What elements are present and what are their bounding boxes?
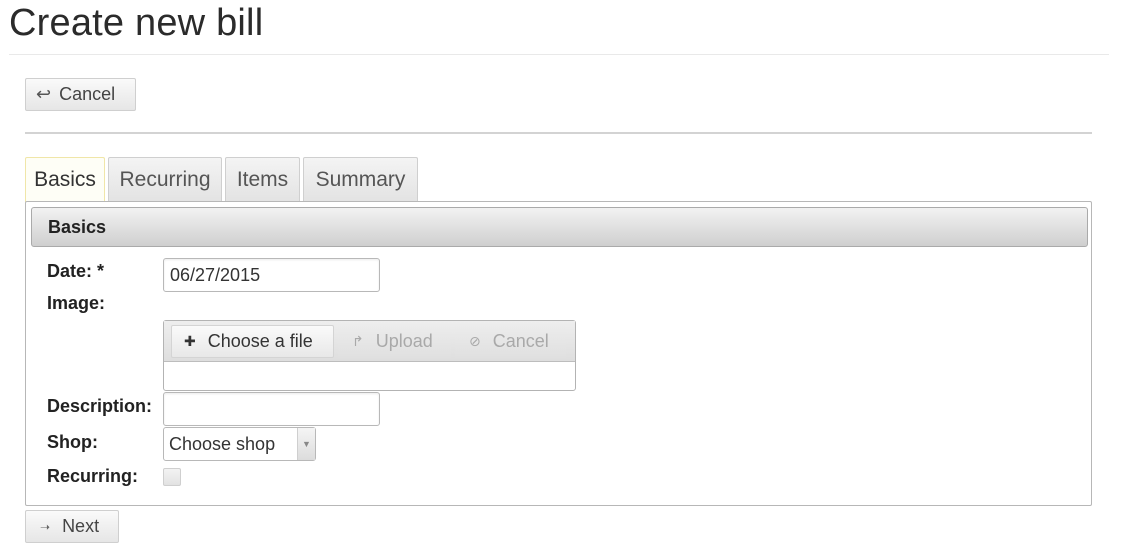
- plus-icon: ✚: [184, 333, 196, 349]
- next-button[interactable]: ➝ Next: [25, 510, 119, 543]
- arrow-right-icon: ➝: [40, 519, 51, 534]
- page-title: Create new bill: [9, 2, 264, 44]
- choose-file-label: Choose a file: [207, 331, 313, 351]
- description-label: Description:: [47, 396, 153, 416]
- date-input[interactable]: [163, 258, 380, 292]
- choose-file-button[interactable]: ✚ Choose a file: [171, 325, 334, 358]
- tab-basics[interactable]: Basics: [25, 157, 105, 202]
- shop-select-value: Choose shop: [169, 433, 276, 454]
- shop-select[interactable]: Choose shop ▼: [163, 427, 316, 461]
- uploader-toolbar: ✚ Choose a file ↱ Upload ⊘ Cancel: [164, 321, 575, 362]
- section-divider: [25, 132, 1092, 134]
- file-uploader: ✚ Choose a file ↱ Upload ⊘ Cancel: [163, 320, 576, 391]
- tab-summary[interactable]: Summary: [303, 157, 418, 201]
- upload-label: Upload: [375, 331, 433, 351]
- title-divider: [9, 54, 1109, 55]
- upload-button[interactable]: ↱ Upload: [338, 325, 451, 358]
- panel-header: Basics: [31, 207, 1088, 247]
- basics-panel: Basics Date: * Image: ✚ Choose a file ↱ …: [25, 201, 1092, 506]
- upload-cancel-label: Cancel: [492, 331, 549, 351]
- cancel-circle-icon: ⊘: [469, 333, 481, 349]
- recurring-checkbox[interactable]: [163, 468, 181, 486]
- description-input[interactable]: [163, 392, 380, 426]
- date-label: Date: *: [47, 261, 105, 281]
- shop-label: Shop:: [47, 432, 98, 452]
- upload-cancel-button[interactable]: ⊘ Cancel: [455, 325, 566, 358]
- cancel-button[interactable]: ↩ Cancel: [25, 78, 136, 111]
- tab-items[interactable]: Items: [225, 157, 300, 201]
- upload-arrow-icon: ↱: [352, 333, 364, 349]
- image-label: Image:: [47, 293, 106, 313]
- recurring-label: Recurring:: [47, 466, 139, 486]
- chevron-down-icon: ▼: [297, 428, 315, 460]
- reply-arrow-icon: ↩: [36, 84, 52, 104]
- tab-recurring[interactable]: Recurring: [108, 157, 222, 201]
- cancel-button-label: Cancel: [59, 84, 116, 104]
- next-button-label: Next: [62, 516, 100, 536]
